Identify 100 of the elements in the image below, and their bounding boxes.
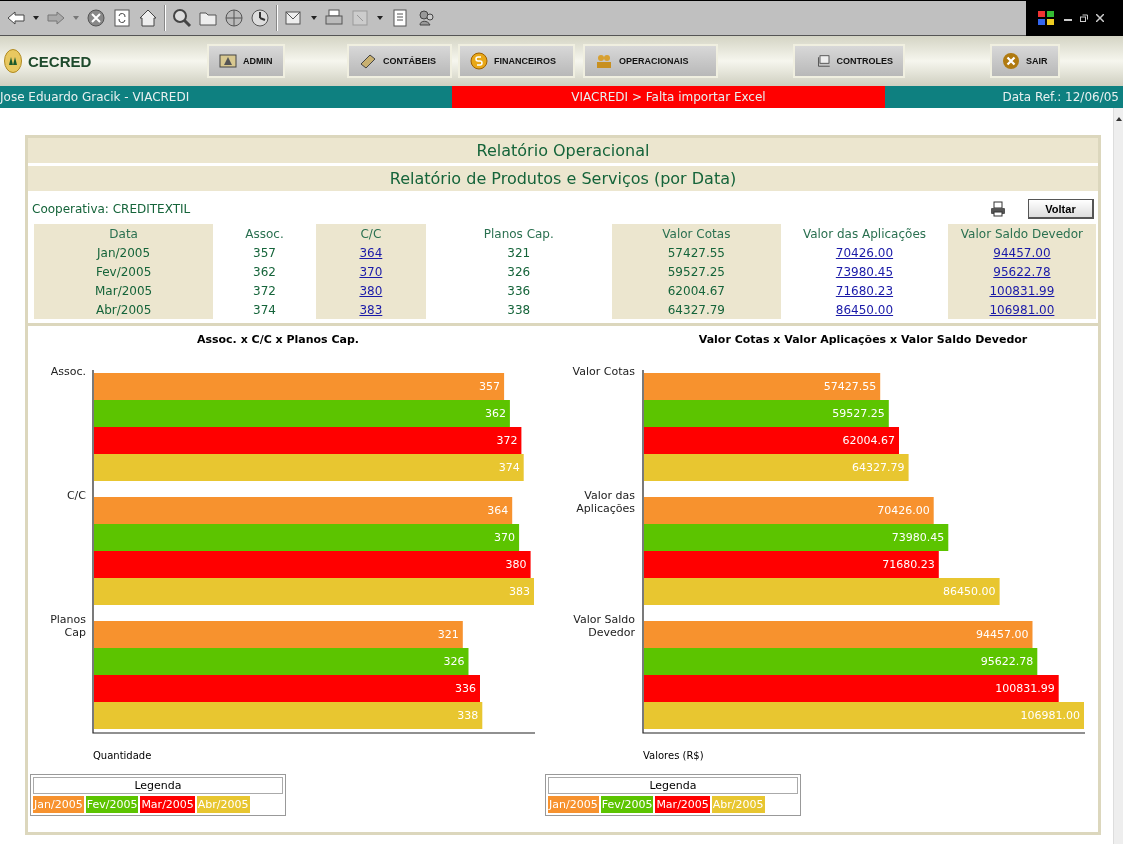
printer-icon[interactable] [990, 201, 1006, 217]
close-icon [1002, 52, 1020, 70]
column-header: C/C [315, 224, 426, 243]
back-arrow-icon[interactable] [6, 8, 26, 28]
user-name: Jose Eduardo Gracik - VIACREDI [0, 90, 191, 104]
legend-item: Abr/2005 [711, 796, 765, 813]
legend-item: Fev/2005 [85, 796, 139, 813]
messenger-icon[interactable] [416, 8, 436, 28]
nav-button[interactable]: CONTÁBEIS [347, 44, 452, 78]
report-title: Relatório Operacional [28, 138, 1098, 163]
caret-icon[interactable] [310, 14, 318, 22]
home-icon[interactable] [138, 8, 158, 28]
table-link[interactable]: 70426.00 [835, 245, 894, 260]
table-link[interactable]: 370 [359, 264, 383, 279]
nav-button[interactable]: SAIR [990, 44, 1060, 78]
data-label: 336 [455, 682, 476, 695]
restore-icon[interactable] [1080, 14, 1088, 22]
caret-icon[interactable] [32, 14, 40, 22]
cooperative-label: Cooperativa: CREDITEXTIL [32, 202, 192, 216]
data-label: 370 [494, 531, 516, 544]
photo-frame-icon [219, 52, 237, 70]
data-label: 73980.45 [891, 531, 945, 544]
table-cell: Mar/2005 [34, 281, 214, 300]
legend-item: Jan/2005 [548, 796, 599, 813]
category-label: Valor Cotas [571, 365, 635, 378]
table-cell-text: 357 [252, 244, 277, 262]
axis-label: Quantidade [93, 750, 152, 761]
mail-icon[interactable] [284, 8, 304, 28]
caret-icon[interactable] [376, 14, 384, 22]
column-header: Valor das Aplicações [801, 225, 928, 243]
people-icon [595, 52, 613, 70]
data-label: 364 [487, 504, 509, 517]
windows-logo-icon [1036, 8, 1056, 28]
category-label: Assoc. [49, 365, 86, 378]
legend-item: Abr/2005 [196, 796, 250, 813]
table-cell-text: 321 [506, 244, 532, 262]
data-label: 94457.00 [976, 628, 1029, 641]
data-label: 383 [509, 585, 530, 598]
category-label: Planos Cap [49, 613, 86, 639]
nav-button[interactable]: CONTROLES [793, 44, 905, 78]
data-label: 374 [498, 461, 520, 474]
table-cell: Abr/2005 [34, 300, 214, 319]
book-icon [359, 52, 377, 70]
reference-date: Data Ref.: 12/06/05 [1001, 90, 1120, 104]
data-label: 70426.00 [877, 504, 930, 517]
clock-icon[interactable] [250, 8, 270, 28]
column-header: Data [34, 224, 214, 243]
table-cell: 64327.79 [611, 300, 782, 319]
table-cell-text: 326 [506, 263, 532, 281]
data-label: 338 [457, 709, 479, 722]
nav-button[interactable]: FINANCEIROS [458, 44, 575, 78]
table-link[interactable]: 71680.23 [835, 283, 894, 298]
category-label: Valor Saldo Devedor [572, 613, 635, 639]
legend-item: Mar/2005 [655, 796, 710, 813]
logo-icon [4, 49, 22, 73]
legend-title: Legenda [548, 777, 798, 794]
table-cell-text: 372 [252, 282, 277, 300]
table-cell-text: 338 [506, 301, 532, 319]
monitor-icon [817, 52, 831, 70]
chart-title: Assoc. x C/C x Planos Cap. [196, 333, 360, 346]
data-label: 95622.78 [980, 655, 1034, 668]
legend-item: Mar/2005 [140, 796, 195, 813]
stop-icon[interactable] [86, 8, 106, 28]
data-label: 71680.23 [882, 558, 935, 571]
table-cell: Jan/2005 [34, 243, 214, 262]
search-icon[interactable] [172, 8, 192, 28]
back-button[interactable]: Voltar [1028, 199, 1094, 219]
data-label: 321 [437, 628, 459, 641]
legend-title: Legenda [33, 777, 283, 794]
table-cell-text: 336 [506, 282, 532, 300]
column-header: Valor Saldo Devedor [947, 224, 1096, 243]
data-label: 86450.00 [943, 585, 996, 598]
column-header: Assoc. [244, 225, 285, 243]
close-icon[interactable] [1096, 14, 1104, 22]
legend-item: Jan/2005 [33, 796, 84, 813]
table-cell: 62004.67 [611, 281, 782, 300]
coin-icon [470, 52, 488, 70]
nav-button[interactable]: ADMIN [207, 44, 285, 78]
legend-item: Fev/2005 [600, 796, 654, 813]
table-link[interactable]: 73980.45 [835, 264, 894, 279]
category-label: Valor das Aplicações [575, 489, 635, 515]
data-label: 62004.67 [842, 434, 895, 447]
table-link[interactable]: 380 [359, 283, 383, 298]
data-label: 372 [496, 434, 518, 447]
table-cell-text: 374 [252, 301, 277, 319]
table-link[interactable]: 383 [359, 302, 383, 317]
refresh-icon[interactable] [112, 8, 132, 28]
logo-text: CECRED [28, 52, 92, 70]
document-icon[interactable] [390, 8, 410, 28]
column-header: Valor Cotas [611, 224, 782, 243]
table-cell-text: 362 [252, 263, 277, 281]
nav-button[interactable]: OPERACIONAIS [583, 44, 718, 78]
scroll-up-icon[interactable] [1116, 116, 1122, 122]
chart-title: Valor Cotas x Valor Aplicações x Valor Saldo Devedor [698, 333, 1028, 346]
scrollbar[interactable] [1113, 108, 1123, 844]
category-label: C/C [65, 489, 86, 502]
data-label: 357 [479, 380, 501, 393]
table-link[interactable]: 364 [359, 245, 383, 260]
globe-icon[interactable] [224, 8, 244, 28]
table-link[interactable]: 86450.00 [835, 302, 894, 317]
